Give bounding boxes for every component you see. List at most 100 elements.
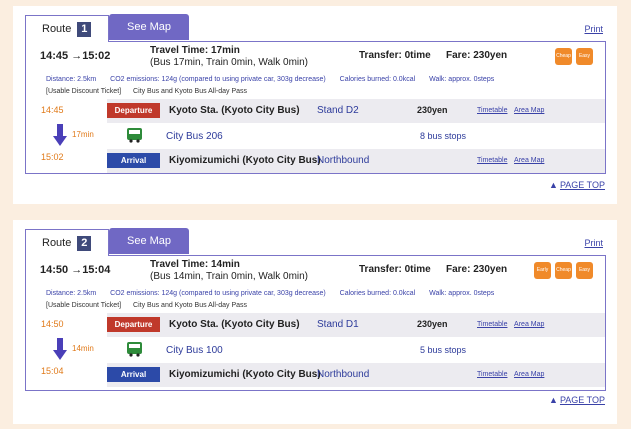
see-map-tab[interactable]: See Map bbox=[109, 14, 189, 40]
page-top-link[interactable]: ▲ PAGE TOP bbox=[549, 395, 605, 405]
arrival-links: Timetable Area Map bbox=[477, 371, 549, 378]
co2-emissions: CO2 emissions: 124g (compared to using p… bbox=[110, 76, 326, 83]
departure-row: Departure Kyoto Sta. (Kyoto City Bus) St… bbox=[107, 99, 605, 123]
arrival-time: 15:02 bbox=[41, 152, 64, 162]
route-details: 14:45 →15:02 Travel Time: 17min (Bus 17m… bbox=[25, 41, 606, 174]
departure-station: Kyoto Sta. (Kyoto City Bus) bbox=[169, 105, 300, 116]
easy-badge: Easy bbox=[576, 48, 593, 65]
route-tab-2[interactable]: Route 2 bbox=[25, 229, 109, 256]
triangle-up-icon: ▲ bbox=[549, 395, 558, 405]
timetable-link[interactable]: Timetable bbox=[477, 157, 507, 164]
bus-icon bbox=[127, 128, 142, 143]
travel-time: Travel Time: 14min bbox=[150, 259, 240, 270]
route-number-badge: 1 bbox=[77, 21, 92, 37]
see-map-tab[interactable]: See Map bbox=[109, 228, 189, 254]
page-top-label: PAGE TOP bbox=[559, 395, 605, 405]
area-map-link[interactable]: Area Map bbox=[514, 157, 544, 164]
route-tab-label: Route bbox=[42, 237, 72, 249]
route-summary: 14:50 →15:04 Travel Time: 14min (Bus 14m… bbox=[26, 256, 605, 286]
departure-links: Timetable Area Map bbox=[477, 107, 549, 114]
travel-breakdown: (Bus 17min, Train 0min, Walk 0min) bbox=[150, 57, 309, 68]
early-badge: Early bbox=[534, 262, 551, 279]
area-map-link[interactable]: Area Map bbox=[514, 371, 544, 378]
walk-steps: Walk: approx. 0steps bbox=[429, 290, 495, 297]
departure-time: 14:45 bbox=[41, 105, 64, 115]
total-fare: Fare: 230yen bbox=[446, 264, 508, 275]
easy-badge: Easy bbox=[576, 262, 593, 279]
departure-stand: Stand D2 bbox=[317, 105, 359, 116]
walk-steps: Walk: approx. 0steps bbox=[429, 76, 495, 83]
arrival-label: Arrival bbox=[107, 367, 160, 382]
page-top-label: PAGE TOP bbox=[559, 180, 605, 190]
transfer-count: Transfer: 0time bbox=[359, 264, 431, 275]
departure-time: 14:50 bbox=[41, 319, 64, 329]
route-details: 14:50 →15:04 Travel Time: 14min (Bus 14m… bbox=[25, 255, 606, 391]
time-range: 14:45 →15:02 bbox=[40, 50, 111, 62]
arrival-station: Kiyomizumichi (Kyoto City Bus) bbox=[169, 369, 321, 380]
departure-links: Timetable Area Map bbox=[477, 321, 549, 328]
discount-row: [Usable Discount Ticket] City Bus and Ky… bbox=[46, 302, 257, 309]
leg-fare: 230yen bbox=[417, 105, 448, 115]
route-summary: 14:45 →15:02 Travel Time: 17min (Bus 17m… bbox=[26, 42, 605, 72]
bus-stop-count: 8 bus stops bbox=[420, 131, 467, 141]
cheap-badge: Cheap bbox=[555, 48, 572, 65]
calories: Calories burned: 0.0kcal bbox=[339, 290, 416, 297]
route-tab-label: Route bbox=[42, 23, 72, 35]
area-map-link[interactable]: Area Map bbox=[514, 107, 544, 114]
timetable-link[interactable]: Timetable bbox=[477, 107, 507, 114]
arrival-row: Arrival Kiyomizumichi (Kyoto City Bus) N… bbox=[107, 363, 605, 387]
route-meta: Distance: 2.5km CO2 emissions: 124g (com… bbox=[46, 290, 506, 297]
calories: Calories burned: 0.0kcal bbox=[339, 76, 416, 83]
triangle-up-icon: ▲ bbox=[549, 180, 558, 190]
bus-stop-count: 5 bus stops bbox=[420, 345, 467, 355]
route-meta: Distance: 2.5km CO2 emissions: 124g (com… bbox=[46, 76, 506, 83]
departure-row: Departure Kyoto Sta. (Kyoto City Bus) St… bbox=[107, 313, 605, 337]
area-map-link[interactable]: Area Map bbox=[514, 321, 544, 328]
route-badges: Cheap Easy bbox=[555, 48, 593, 65]
arrow-down-icon bbox=[53, 338, 67, 360]
co2-emissions: CO2 emissions: 124g (compared to using p… bbox=[110, 290, 326, 297]
page-top-link[interactable]: ▲ PAGE TOP bbox=[549, 180, 605, 190]
arrival-direction: Northbound bbox=[317, 155, 370, 166]
arrow-down-icon bbox=[53, 124, 67, 146]
route-tab-1[interactable]: Route 1 bbox=[25, 15, 109, 42]
arrival-direction: Northbound bbox=[317, 369, 370, 380]
transfer-count: Transfer: 0time bbox=[359, 50, 431, 61]
total-fare: Fare: 230yen bbox=[446, 50, 508, 61]
print-link[interactable]: Print bbox=[584, 238, 603, 248]
route-card-1: Route 1 See Map Print 14:45 →15:02 Trave… bbox=[13, 6, 617, 204]
bus-icon bbox=[127, 342, 142, 357]
ride-duration: 14min bbox=[72, 344, 94, 353]
departure-station: Kyoto Sta. (Kyoto City Bus) bbox=[169, 319, 300, 330]
arrival-links: Timetable Area Map bbox=[477, 157, 549, 164]
timetable-link[interactable]: Timetable bbox=[477, 321, 507, 328]
timetable-link[interactable]: Timetable bbox=[477, 371, 507, 378]
distance: Distance: 2.5km bbox=[46, 290, 97, 297]
travel-time: Travel Time: 17min bbox=[150, 45, 240, 56]
distance: Distance: 2.5km bbox=[46, 76, 97, 83]
leg-fare: 230yen bbox=[417, 319, 448, 329]
arrival-time: 15:04 bbox=[41, 366, 64, 376]
route-number-badge: 2 bbox=[77, 235, 92, 251]
ride-duration: 17min bbox=[72, 130, 94, 139]
discount-ticket: City Bus and Kyoto Bus All-day Pass bbox=[133, 88, 248, 95]
departure-label: Departure bbox=[107, 103, 160, 118]
arrival-row: Arrival Kiyomizumichi (Kyoto City Bus) N… bbox=[107, 149, 605, 173]
travel-breakdown: (Bus 14min, Train 0min, Walk 0min) bbox=[150, 271, 309, 282]
discount-label: [Usable Discount Ticket] bbox=[46, 302, 122, 309]
time-range: 14:50 →15:04 bbox=[40, 264, 111, 276]
route-badges: Early Cheap Easy bbox=[534, 262, 593, 279]
travel-time-block: Travel Time: 14min (Bus 14min, Train 0mi… bbox=[150, 259, 308, 283]
bus-line: City Bus 206 bbox=[166, 131, 223, 142]
arrival-station: Kiyomizumichi (Kyoto City Bus) bbox=[169, 155, 321, 166]
discount-ticket: City Bus and Kyoto Bus All-day Pass bbox=[133, 302, 248, 309]
bus-line: City Bus 100 bbox=[166, 345, 223, 356]
discount-label: [Usable Discount Ticket] bbox=[46, 88, 122, 95]
travel-time-block: Travel Time: 17min (Bus 17min, Train 0mi… bbox=[150, 45, 308, 69]
route-card-2: Route 2 See Map Print 14:50 →15:04 Trave… bbox=[13, 220, 617, 424]
print-link[interactable]: Print bbox=[584, 24, 603, 34]
discount-row: [Usable Discount Ticket] City Bus and Ky… bbox=[46, 88, 257, 95]
departure-stand: Stand D1 bbox=[317, 319, 359, 330]
departure-label: Departure bbox=[107, 317, 160, 332]
cheap-badge: Cheap bbox=[555, 262, 572, 279]
